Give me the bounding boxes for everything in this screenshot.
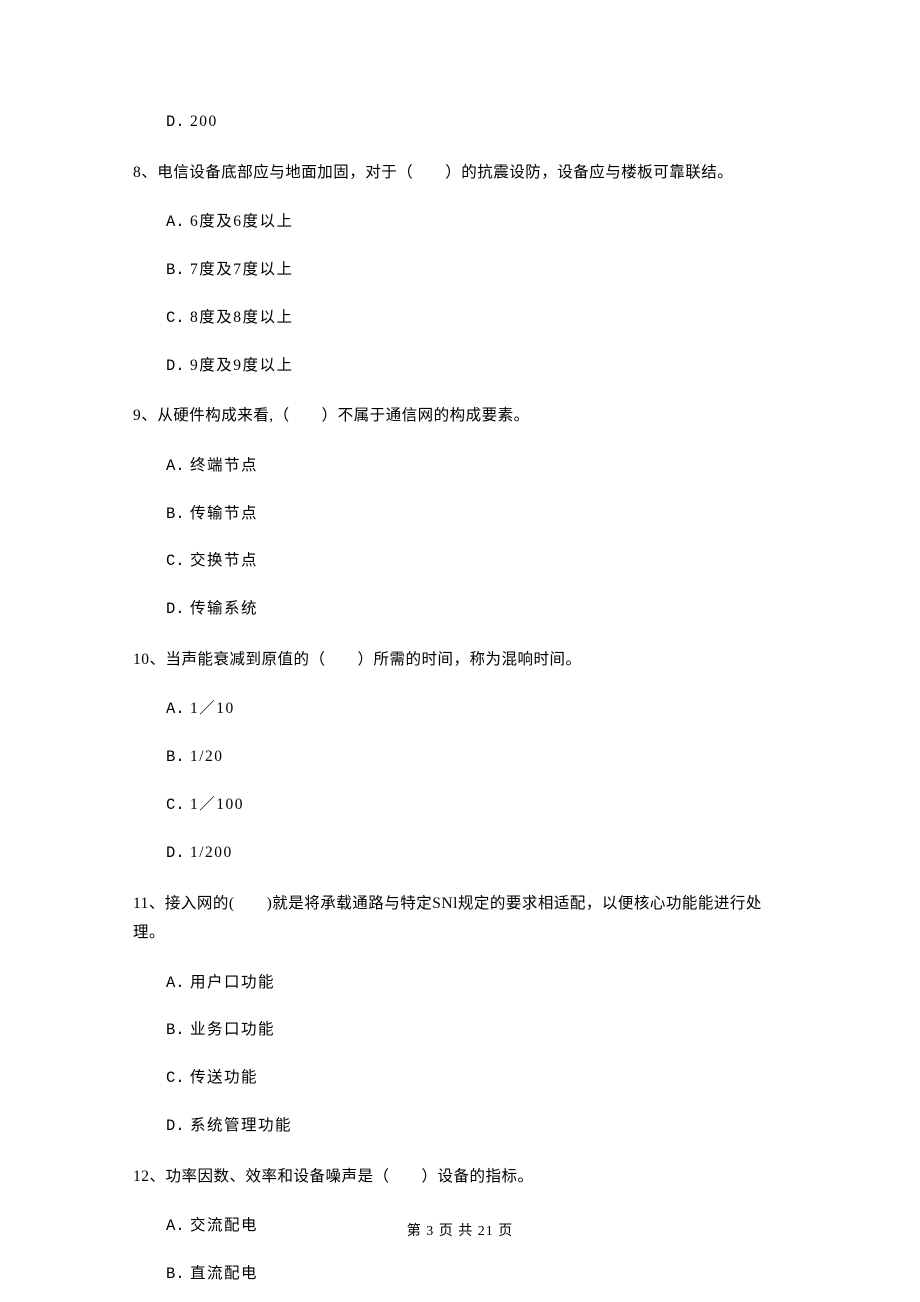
q9-option-d: D. 传输系统 [133, 597, 787, 622]
q10-option-a: A. 1／10 [133, 697, 787, 722]
option-letter: C. [166, 1069, 185, 1087]
option-text: 系统管理功能 [190, 1117, 292, 1134]
q9-option-a: A. 终端节点 [133, 454, 787, 479]
q8-option-c: C. 8度及8度以上 [133, 306, 787, 331]
q10-option-c: C. 1／100 [133, 793, 787, 818]
option-text: 7度及7度以上 [190, 261, 294, 278]
option-text: 直流配电 [190, 1265, 258, 1282]
option-letter: A. [166, 700, 185, 718]
option-letter: C. [166, 552, 185, 570]
option-text: 用户口功能 [190, 974, 275, 991]
option-letter: D. [166, 1117, 185, 1135]
option-text: 传输系统 [190, 600, 258, 617]
q8-option-a: A. 6度及6度以上 [133, 210, 787, 235]
page-body: D. 200 8、电信设备底部应与地面加固，对于（ ）的抗震设防，设备应与楼板可… [0, 0, 920, 1287]
option-text: 1／10 [190, 700, 235, 717]
q7-option-d: D. 200 [133, 110, 787, 135]
option-letter: C. [166, 309, 185, 327]
option-text: 1/200 [190, 844, 233, 861]
q12-option-b: B. 直流配电 [133, 1262, 787, 1287]
option-letter: B. [166, 505, 185, 523]
q8-option-d: D. 9度及9度以上 [133, 354, 787, 379]
option-letter: D. [166, 600, 185, 618]
q9-option-b: B. 传输节点 [133, 502, 787, 527]
option-text: 业务口功能 [190, 1021, 275, 1038]
option-text: 6度及6度以上 [190, 213, 294, 230]
option-letter: D. [166, 357, 185, 375]
q11-option-d: D. 系统管理功能 [133, 1114, 787, 1139]
q10-option-b: B. 1/20 [133, 745, 787, 770]
q10-option-d: D. 1/200 [133, 841, 787, 866]
option-text: 传送功能 [190, 1069, 258, 1086]
option-text: 交换节点 [190, 552, 258, 569]
option-text: 1/20 [190, 748, 224, 765]
q9-option-c: C. 交换节点 [133, 549, 787, 574]
option-text: 9度及9度以上 [190, 357, 294, 374]
page-footer: 第 3 页 共 21 页 [0, 1220, 920, 1240]
question-11: 11、接入网的( )就是将承载通路与特定SNl规定的要求相适配，以便核心功能能进… [133, 889, 787, 948]
q11-option-b: B. 业务口功能 [133, 1018, 787, 1043]
option-letter: A. [166, 457, 185, 475]
question-8: 8、电信设备底部应与地面加固，对于（ ）的抗震设防，设备应与楼板可靠联结。 [133, 158, 787, 187]
option-letter: A. [166, 974, 185, 992]
option-text: 200 [190, 113, 218, 130]
q11-option-a: A. 用户口功能 [133, 971, 787, 996]
option-letter: B. [166, 748, 185, 766]
option-letter: B. [166, 261, 185, 279]
option-letter: B. [166, 1021, 185, 1039]
q11-option-c: C. 传送功能 [133, 1066, 787, 1091]
option-letter: C. [166, 796, 185, 814]
option-text: 1／100 [190, 796, 244, 813]
option-text: 终端节点 [190, 457, 258, 474]
option-letter: D. [166, 113, 185, 131]
question-9: 9、从硬件构成来看,（ ）不属于通信网的构成要素。 [133, 401, 787, 430]
question-10: 10、当声能衰减到原值的（ ）所需的时间，称为混响时间。 [133, 645, 787, 674]
option-letter: A. [166, 213, 185, 231]
option-letter: D. [166, 844, 185, 862]
q8-option-b: B. 7度及7度以上 [133, 258, 787, 283]
option-text: 传输节点 [190, 505, 258, 522]
option-letter: B. [166, 1265, 185, 1283]
option-text: 8度及8度以上 [190, 309, 294, 326]
question-12: 12、功率因数、效率和设备噪声是（ ）设备的指标。 [133, 1162, 787, 1191]
